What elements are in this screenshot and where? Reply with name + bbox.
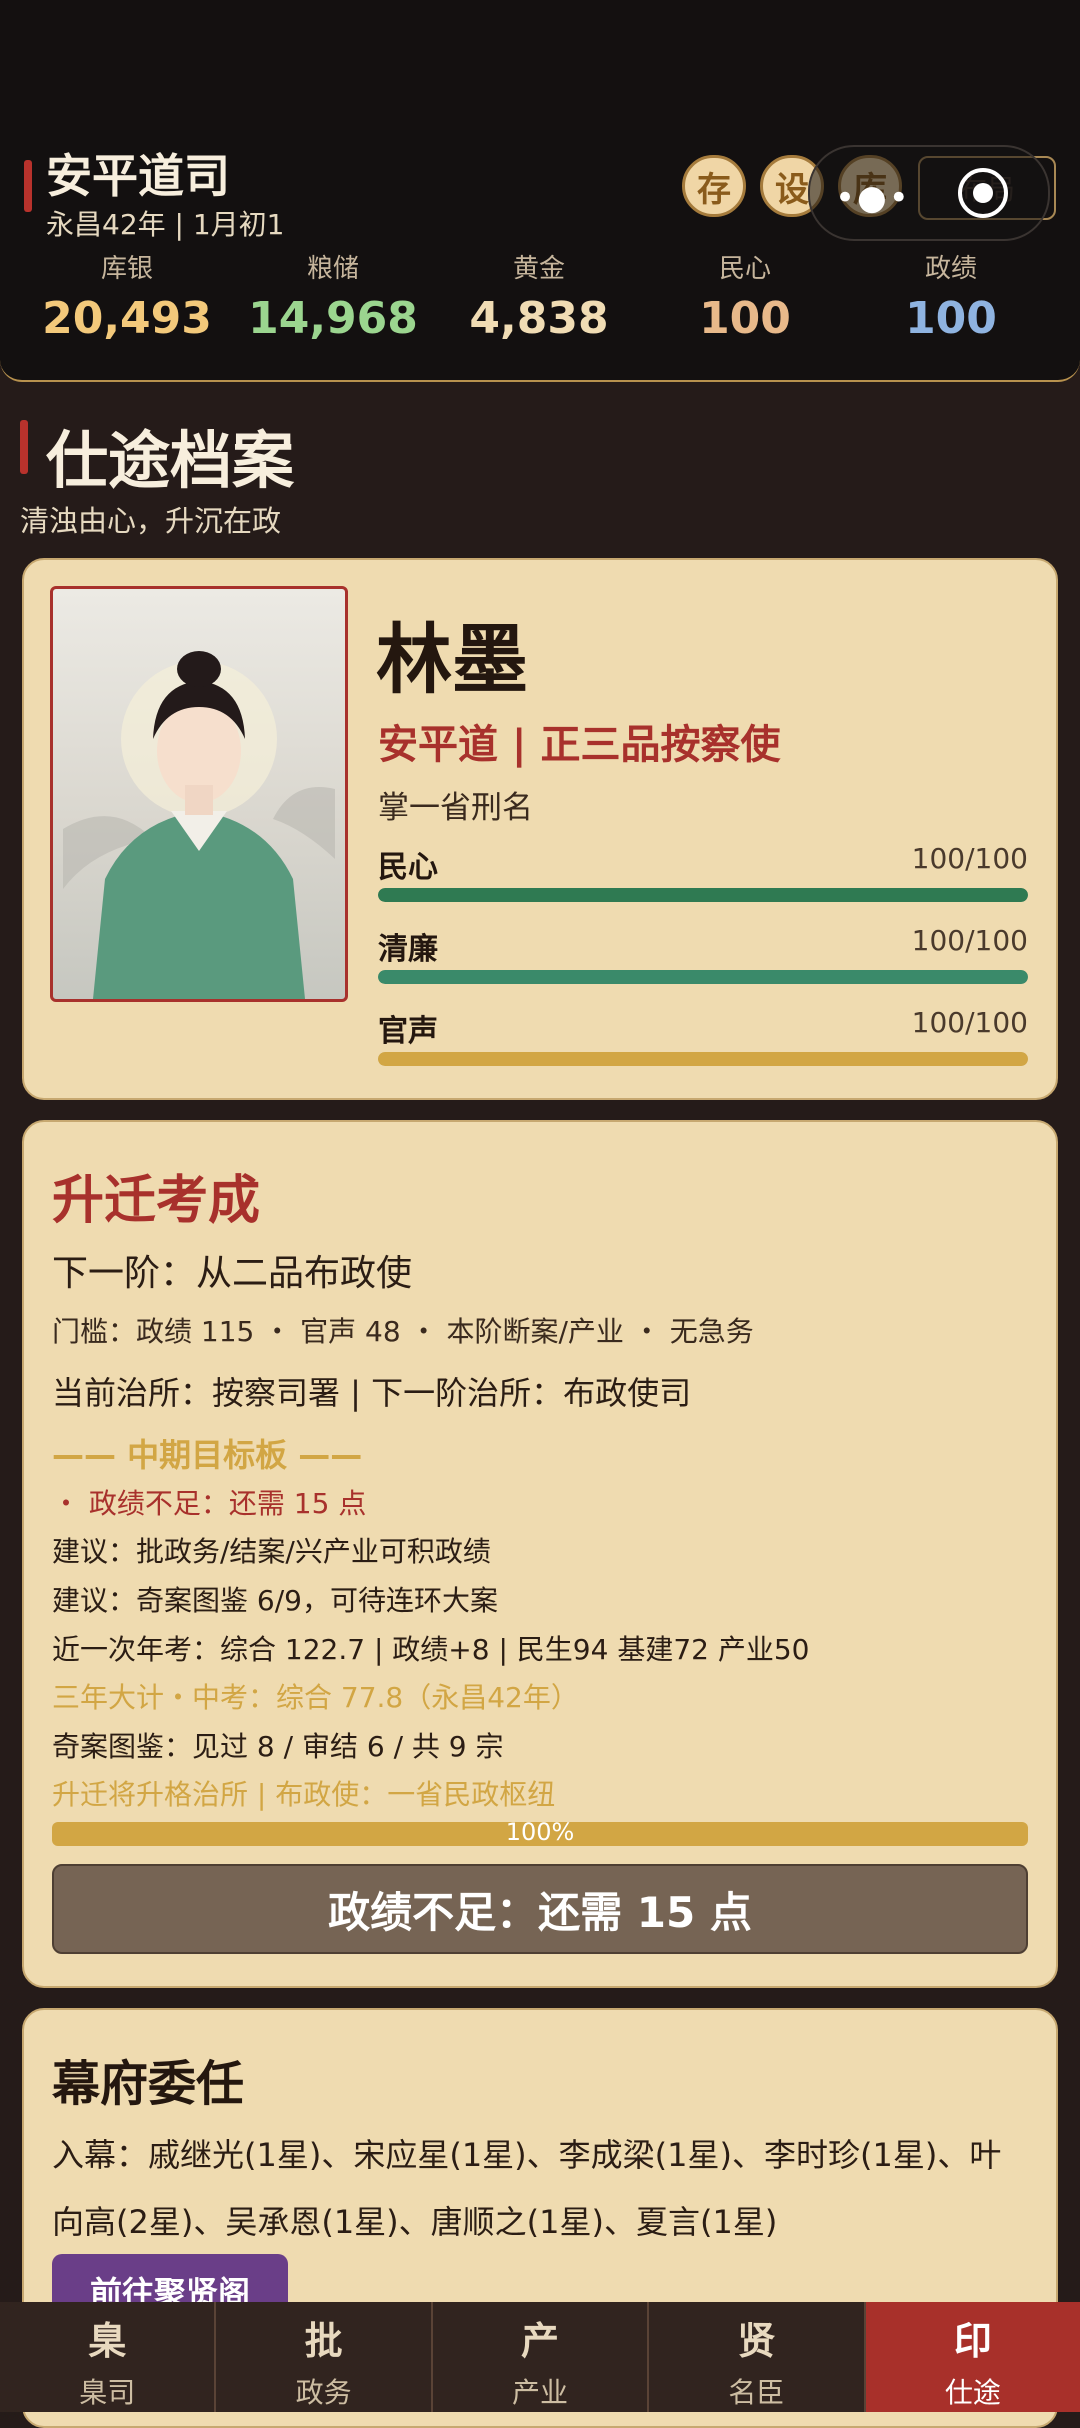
status-bar-area (0, 0, 1080, 140)
official-duty: 掌一省刑名 (378, 790, 533, 826)
nav-item-court[interactable]: 臬 臬司 (0, 2302, 217, 2412)
official-rank: 安平道 | 正三品按察使 (378, 722, 781, 768)
office-text: 当前治所：按察司署 | 下一阶治所：布政使司 (52, 1374, 692, 1412)
nav-item-ministers[interactable]: 贤 名臣 (649, 2302, 866, 2412)
next-rank: 下一阶：从二品布政使 (52, 1253, 413, 1294)
goal-line: 升迁将升格治所 | 布政使：一省民政枢纽 (52, 1778, 556, 1811)
goal-line: 建议：批政务/结案/兴产业可积政绩 (52, 1535, 491, 1568)
stat-grain: 粮储 14,968 (233, 248, 433, 344)
nav-icon-char: 贤 (737, 2319, 776, 2363)
nav-label: 政务 (295, 2376, 352, 2409)
bar-value-reputation: 100/100 (911, 1006, 1028, 1039)
stat-value: 100 (905, 293, 997, 344)
nav-icon-char: 臬 (88, 2319, 127, 2363)
official-name: 林墨 (376, 615, 528, 704)
page-title: 安平道司 (46, 149, 230, 203)
nav-label: 名臣 (728, 2376, 785, 2409)
bar-track-integrity (378, 970, 1028, 984)
stat-label: 民心 (718, 254, 771, 284)
bar-track-reputation (378, 1052, 1028, 1066)
bar-fill-morale (378, 888, 1028, 902)
game-date: 永昌42年 | 1月初1 (46, 208, 285, 241)
section-accent (20, 420, 28, 474)
stat-gold: 黄金 4,838 (439, 248, 639, 344)
goal-board-title: —— 中期目标板 —— (52, 1436, 363, 1474)
stat-label: 黄金 (512, 254, 565, 284)
goal-line: 三年大计・中考：综合 77.8（永昌42年） (52, 1681, 579, 1714)
stat-silver: 库银 20,493 (27, 248, 227, 344)
goal-line: 奇案图鉴：见过 8 / 审结 6 / 共 9 宗 (52, 1730, 504, 1763)
mufu-title: 幕府委任 (52, 2056, 245, 2112)
nav-icon-char: 批 (304, 2319, 343, 2363)
stat-morale: 民心 100 (645, 248, 845, 344)
promotion-progress-text: 100% (505, 1818, 575, 1846)
bar-label-integrity: 清廉 (378, 932, 438, 967)
save-button[interactable]: 存 (682, 155, 746, 217)
stat-value: 4,838 (469, 293, 609, 344)
section-subtitle: 清浊由心，升沉在政 (20, 504, 282, 538)
close-target-icon[interactable] (958, 168, 1008, 218)
nav-label: 产业 (512, 2376, 569, 2409)
mufu-members: 入幕：戚继光(1星)、宋应星(1星)、李成梁(1星)、李时珍(1星)、叶向高(2… (52, 2136, 1002, 2241)
nav-icon-char: 产 (521, 2319, 560, 2363)
nav-item-career[interactable]: 印 仕途 (865, 2302, 1080, 2412)
bottom-nav: 臬 臬司 批 政务 产 产业 贤 名臣 印 仕途 (0, 2302, 1080, 2412)
goal-line: 近一次年考：综合 122.7 | 政绩+8 | 民生94 基建72 产业50 (52, 1633, 810, 1666)
more-icon[interactable]: •●• (835, 178, 911, 218)
bar-value-morale: 100/100 (911, 842, 1028, 875)
stat-label: 政绩 (924, 254, 977, 284)
bar-fill-reputation (378, 1052, 1028, 1066)
bar-track-morale (378, 888, 1028, 902)
bar-fill-integrity (378, 970, 1028, 984)
stat-value: 14,968 (248, 293, 418, 344)
nav-item-affairs[interactable]: 批 政务 (216, 2302, 433, 2412)
threshold-text: 门槛：政绩 115 ・ 官声 48 ・ 本阶断案/产业 ・ 无急务 (52, 1315, 754, 1348)
bar-label-reputation: 官声 (378, 1014, 438, 1049)
stat-label: 库银 (100, 254, 153, 284)
goal-line: 建议：奇案图鉴 6/9，可待连环大案 (52, 1584, 498, 1617)
nav-icon-char: 印 (953, 2319, 992, 2363)
nav-label: 仕途 (944, 2376, 1001, 2409)
portrait-image (63, 651, 335, 999)
stat-merit: 政绩 100 (851, 248, 1051, 344)
bar-value-integrity: 100/100 (911, 924, 1028, 957)
title-accent (24, 160, 32, 212)
nav-item-industry[interactable]: 产 产业 (433, 2302, 650, 2412)
stat-value: 20,493 (42, 293, 212, 344)
bar-label-morale: 民心 (378, 850, 438, 885)
stat-label: 粮储 (306, 254, 359, 284)
section-title: 仕途档案 (46, 424, 295, 497)
promotion-title: 升迁考成 (52, 1171, 261, 1231)
goal-line: ・ 政绩不足：还需 15 点 (52, 1487, 367, 1520)
stat-value: 100 (699, 293, 791, 344)
promote-button[interactable]: 政绩不足：还需 15 点 (52, 1864, 1028, 1954)
official-portrait (50, 586, 348, 1002)
nav-label: 臬司 (79, 2376, 136, 2409)
